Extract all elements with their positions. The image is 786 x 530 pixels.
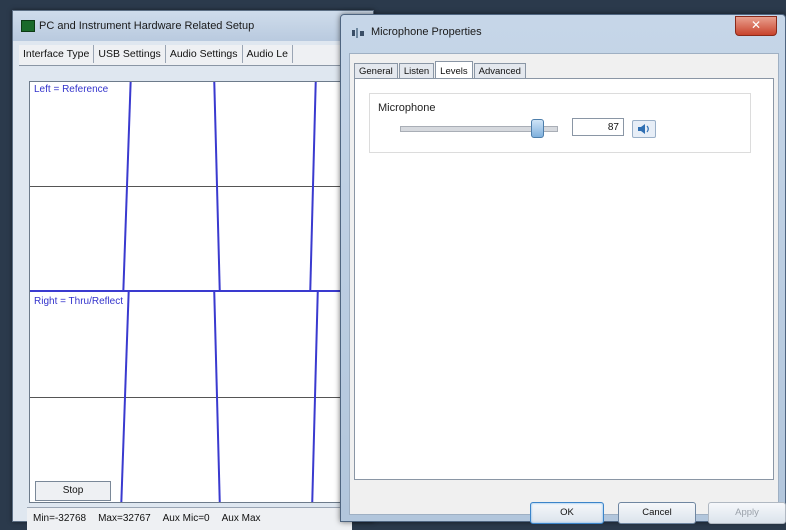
microphone-level-group: Microphone 87 <box>369 93 751 153</box>
ok-button[interactable]: OK <box>530 502 604 524</box>
microphone-icon <box>352 28 364 38</box>
dialog-tab-strip: General Listen Levels Advanced <box>354 60 527 81</box>
scope-gridline <box>30 397 342 398</box>
status-min: Min=-32768 <box>33 513 87 524</box>
setup-window: PC and Instrument Hardware Related Setup… <box>12 10 374 530</box>
scope-bottom-label: Right = Thru/Reflect <box>34 296 124 307</box>
cancel-button[interactable]: Cancel <box>618 502 696 524</box>
scope-gridline <box>30 186 342 187</box>
setup-tab-bar: Interface Type USB Settings Audio Settings… <box>19 45 373 66</box>
dialog-body: General Listen Levels Advanced Microphone 8… <box>349 53 786 524</box>
speaker-icon <box>638 124 649 134</box>
tab-audio-levels[interactable]: Audio Le <box>243 45 293 63</box>
oscilloscope-display: Left = Reference Right = Thru/Reflect <box>29 81 343 503</box>
app-icon <box>21 20 35 32</box>
scope-top-label: Left = Reference <box>34 84 109 95</box>
microphone-label: Microphone <box>378 102 436 114</box>
tab-interface-type[interactable]: Interface Type <box>19 45 95 63</box>
dialog-title: Microphone Properties <box>371 26 482 38</box>
microphone-properties-dialog: Microphone Properties ✕ General Listen Lev… <box>340 14 786 524</box>
level-value-input[interactable]: 87 <box>572 118 624 136</box>
setup-title-bar: PC and Instrument Hardware Related Setup <box>13 11 373 41</box>
status-aux-mic: Aux Mic=0 <box>162 513 210 524</box>
tab-usb-settings[interactable]: USB Settings <box>94 45 166 63</box>
apply-button[interactable]: Apply <box>708 502 786 524</box>
stop-button[interactable]: Stop <box>35 481 111 501</box>
status-max: Max=32767 <box>98 513 151 524</box>
setup-window-title: PC and Instrument Hardware Related Setup <box>39 20 255 32</box>
tab-audio-settings[interactable]: Audio Settings <box>166 45 243 63</box>
levels-panel: Microphone 87 <box>354 78 774 480</box>
scope-divider <box>30 290 342 292</box>
close-button[interactable]: ✕ <box>735 16 777 36</box>
level-slider-thumb[interactable] <box>530 119 544 138</box>
status-aux-max: Aux Max <box>221 513 261 524</box>
mute-button[interactable] <box>632 120 656 138</box>
